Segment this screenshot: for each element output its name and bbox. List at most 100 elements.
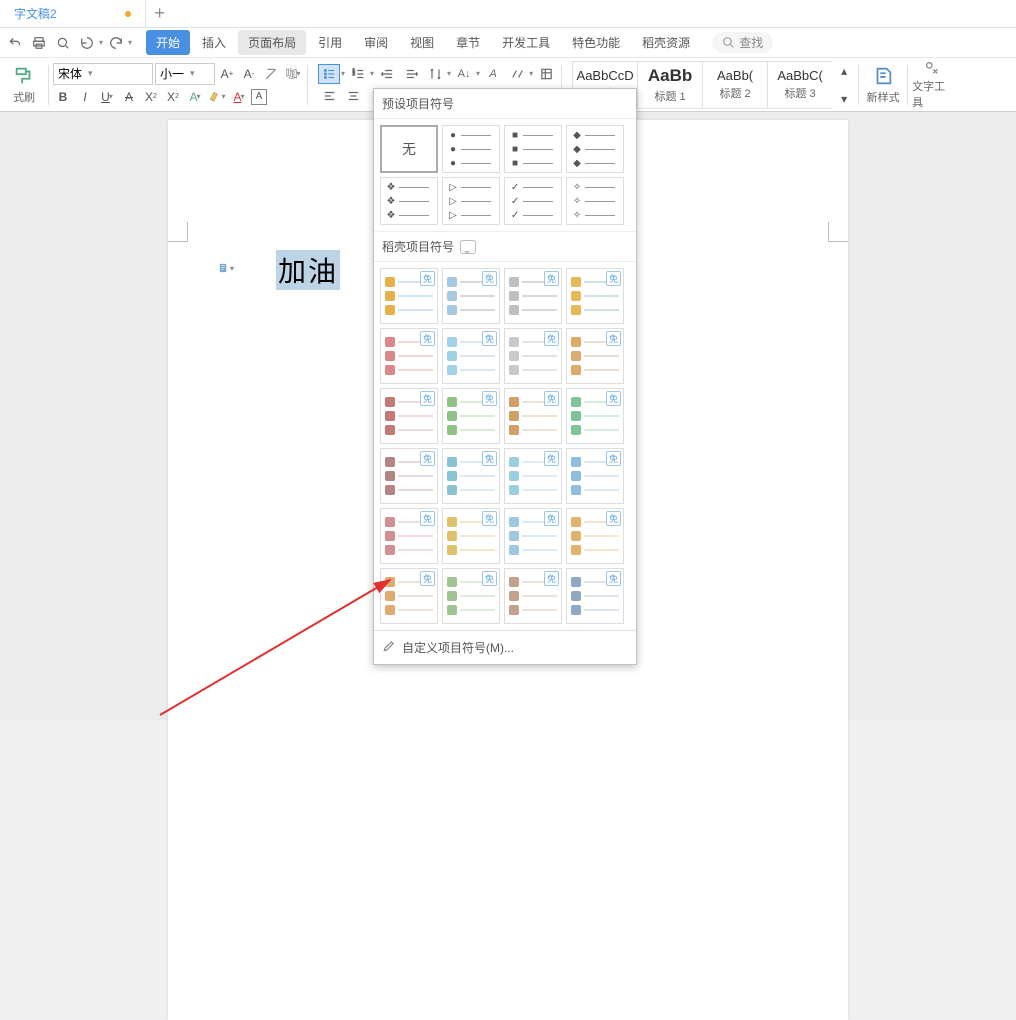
char-border-button[interactable]: A [251,89,267,105]
toggle-marks-button[interactable] [506,64,528,84]
docer-bullet-item[interactable]: 免 [504,388,562,444]
docer-bullet-item[interactable]: 免 [442,508,500,564]
bullet-preset-item[interactable]: ●●● [442,125,500,173]
menu-start[interactable]: 开始 [146,30,190,55]
clear-format-button[interactable] [261,64,281,84]
menu-special[interactable]: 特色功能 [562,30,630,55]
undo-arrow-icon[interactable] [4,32,26,54]
menu-view[interactable]: 视图 [400,30,444,55]
custom-bullet-button[interactable]: 自定义项目符号(M)... [374,630,636,664]
format-painter-button[interactable]: 式刷 [4,60,44,110]
caret-icon[interactable]: ▾ [476,69,480,78]
bullet-list-button[interactable] [318,64,340,84]
asian-layout-button[interactable]: A↓ [453,64,475,84]
caret-icon[interactable]: ▾ [341,69,345,78]
bullet-preset-item[interactable]: ■■■ [504,125,562,173]
docer-bullet-item[interactable]: 免 [380,268,438,324]
align-center-button[interactable] [342,86,364,106]
docer-bullet-item[interactable]: 免 [380,448,438,504]
caret-icon[interactable]: ▾ [529,69,533,78]
superscript-button[interactable]: X2 [141,87,161,107]
text-tools-button[interactable]: 文字工具 [912,60,952,110]
decrease-font-button[interactable]: A- [239,64,259,84]
increase-font-button[interactable]: A+ [217,64,237,84]
align-left-button[interactable] [318,86,340,106]
bullet-preset-item[interactable]: ◆◆◆ [566,125,624,173]
docer-bullet-item[interactable]: 免 [442,268,500,324]
caret-icon[interactable]: ▾ [128,38,132,47]
styles-scroll-up[interactable]: ▴ [834,61,854,81]
docer-bullets-grid: 免免免免免免免免免免免免免免免免免免免免免免免免 [380,268,630,624]
selected-text[interactable]: 加油 [276,250,340,290]
new-style-button[interactable]: 新样式 [863,60,903,110]
decrease-indent-button[interactable] [376,64,398,84]
redo-button[interactable] [105,32,127,54]
preview-icon[interactable] [52,32,74,54]
bullet-preset-item[interactable]: ✧✧✧ [566,177,624,225]
docer-bullet-item[interactable]: 免 [566,568,624,624]
underline-button[interactable]: U▾ [97,87,117,107]
highlight-button[interactable]: ▾ [207,87,227,107]
style-card[interactable]: AaBbC(标题 3 [767,61,832,109]
caret-icon[interactable]: ▾ [447,69,451,78]
undo-button[interactable] [76,32,98,54]
font-name-combo[interactable]: 宋体▾ [53,63,153,85]
docer-bullet-item[interactable]: 免 [504,328,562,384]
italic-button[interactable]: I [75,87,95,107]
docer-bullet-item[interactable]: 免 [504,568,562,624]
subscript-button[interactable]: X2 [163,87,183,107]
docer-bullet-item[interactable]: 免 [566,328,624,384]
menu-layout[interactable]: 页面布局 [238,30,306,55]
docer-bullet-item[interactable]: 免 [566,508,624,564]
docer-bullet-item[interactable]: 免 [380,508,438,564]
menu-review[interactable]: 审阅 [354,30,398,55]
docer-bullet-item[interactable]: 免 [566,388,624,444]
new-tab-button[interactable]: + [146,3,174,24]
docer-bullet-item[interactable]: 免 [566,448,624,504]
search-box[interactable]: 查找 [712,32,773,53]
bullet-preset-item[interactable]: ✓✓✓ [504,177,562,225]
styles-scroll-down[interactable]: ▾ [834,89,854,109]
menu-dev[interactable]: 开发工具 [492,30,560,55]
increase-indent-button[interactable] [400,64,422,84]
font-size-combo[interactable]: 小一▾ [155,63,215,85]
menu-docer[interactable]: 稻壳资源 [632,30,700,55]
bold-button[interactable]: B [53,87,73,107]
menu-reference[interactable]: 引用 [308,30,352,55]
phonetic-guide-button[interactable]: 咖▾ [283,64,303,84]
strike-button[interactable]: A [119,87,139,107]
preset-bullets-grid: 无●●●■■■◆◆◆ ❖❖❖▷▷▷✓✓✓✧✧✧ [374,119,636,231]
style-card[interactable]: AaBb(标题 2 [702,61,768,109]
print-icon[interactable] [28,32,50,54]
docer-bullet-item[interactable]: 免 [380,328,438,384]
paragraph-handle-icon[interactable]: ▾ [218,260,234,276]
number-list-button[interactable]: 12 [347,64,369,84]
caret-icon[interactable]: ▾ [99,38,103,47]
bullet-none-item[interactable]: 无 [380,125,438,173]
style-card[interactable]: AaBb标题 1 [637,61,703,109]
search-label: 查找 [739,34,763,51]
rotate-text-button[interactable]: A [482,64,504,84]
docer-bullet-item[interactable]: 免 [442,388,500,444]
tab-settings-button[interactable] [535,64,557,84]
separator [307,65,308,105]
docer-bullet-item[interactable]: 免 [380,388,438,444]
docer-bullets-scroll[interactable]: 免免免免免免免免免免免免免免免免免免免免免免免免 [374,262,636,630]
bullet-preset-item[interactable]: ▷▷▷ [442,177,500,225]
menu-chapter[interactable]: 章节 [446,30,490,55]
document-tab[interactable]: 字文稿2 [0,0,146,27]
font-color-button[interactable]: A▾ [229,87,249,107]
bullet-preset-item[interactable]: ❖❖❖ [380,177,438,225]
docer-bullet-item[interactable]: 免 [504,448,562,504]
docer-bullet-item[interactable]: 免 [442,568,500,624]
caret-icon[interactable]: ▾ [370,69,374,78]
sort-button[interactable] [424,64,446,84]
menu-insert[interactable]: 插入 [192,30,236,55]
docer-bullet-item[interactable]: 免 [442,328,500,384]
docer-bullet-item[interactable]: 免 [504,268,562,324]
docer-bullet-item[interactable]: 免 [442,448,500,504]
comment-icon[interactable] [460,240,476,254]
text-effect-button[interactable]: A▾ [185,87,205,107]
docer-bullet-item[interactable]: 免 [566,268,624,324]
docer-bullet-item[interactable]: 免 [504,508,562,564]
